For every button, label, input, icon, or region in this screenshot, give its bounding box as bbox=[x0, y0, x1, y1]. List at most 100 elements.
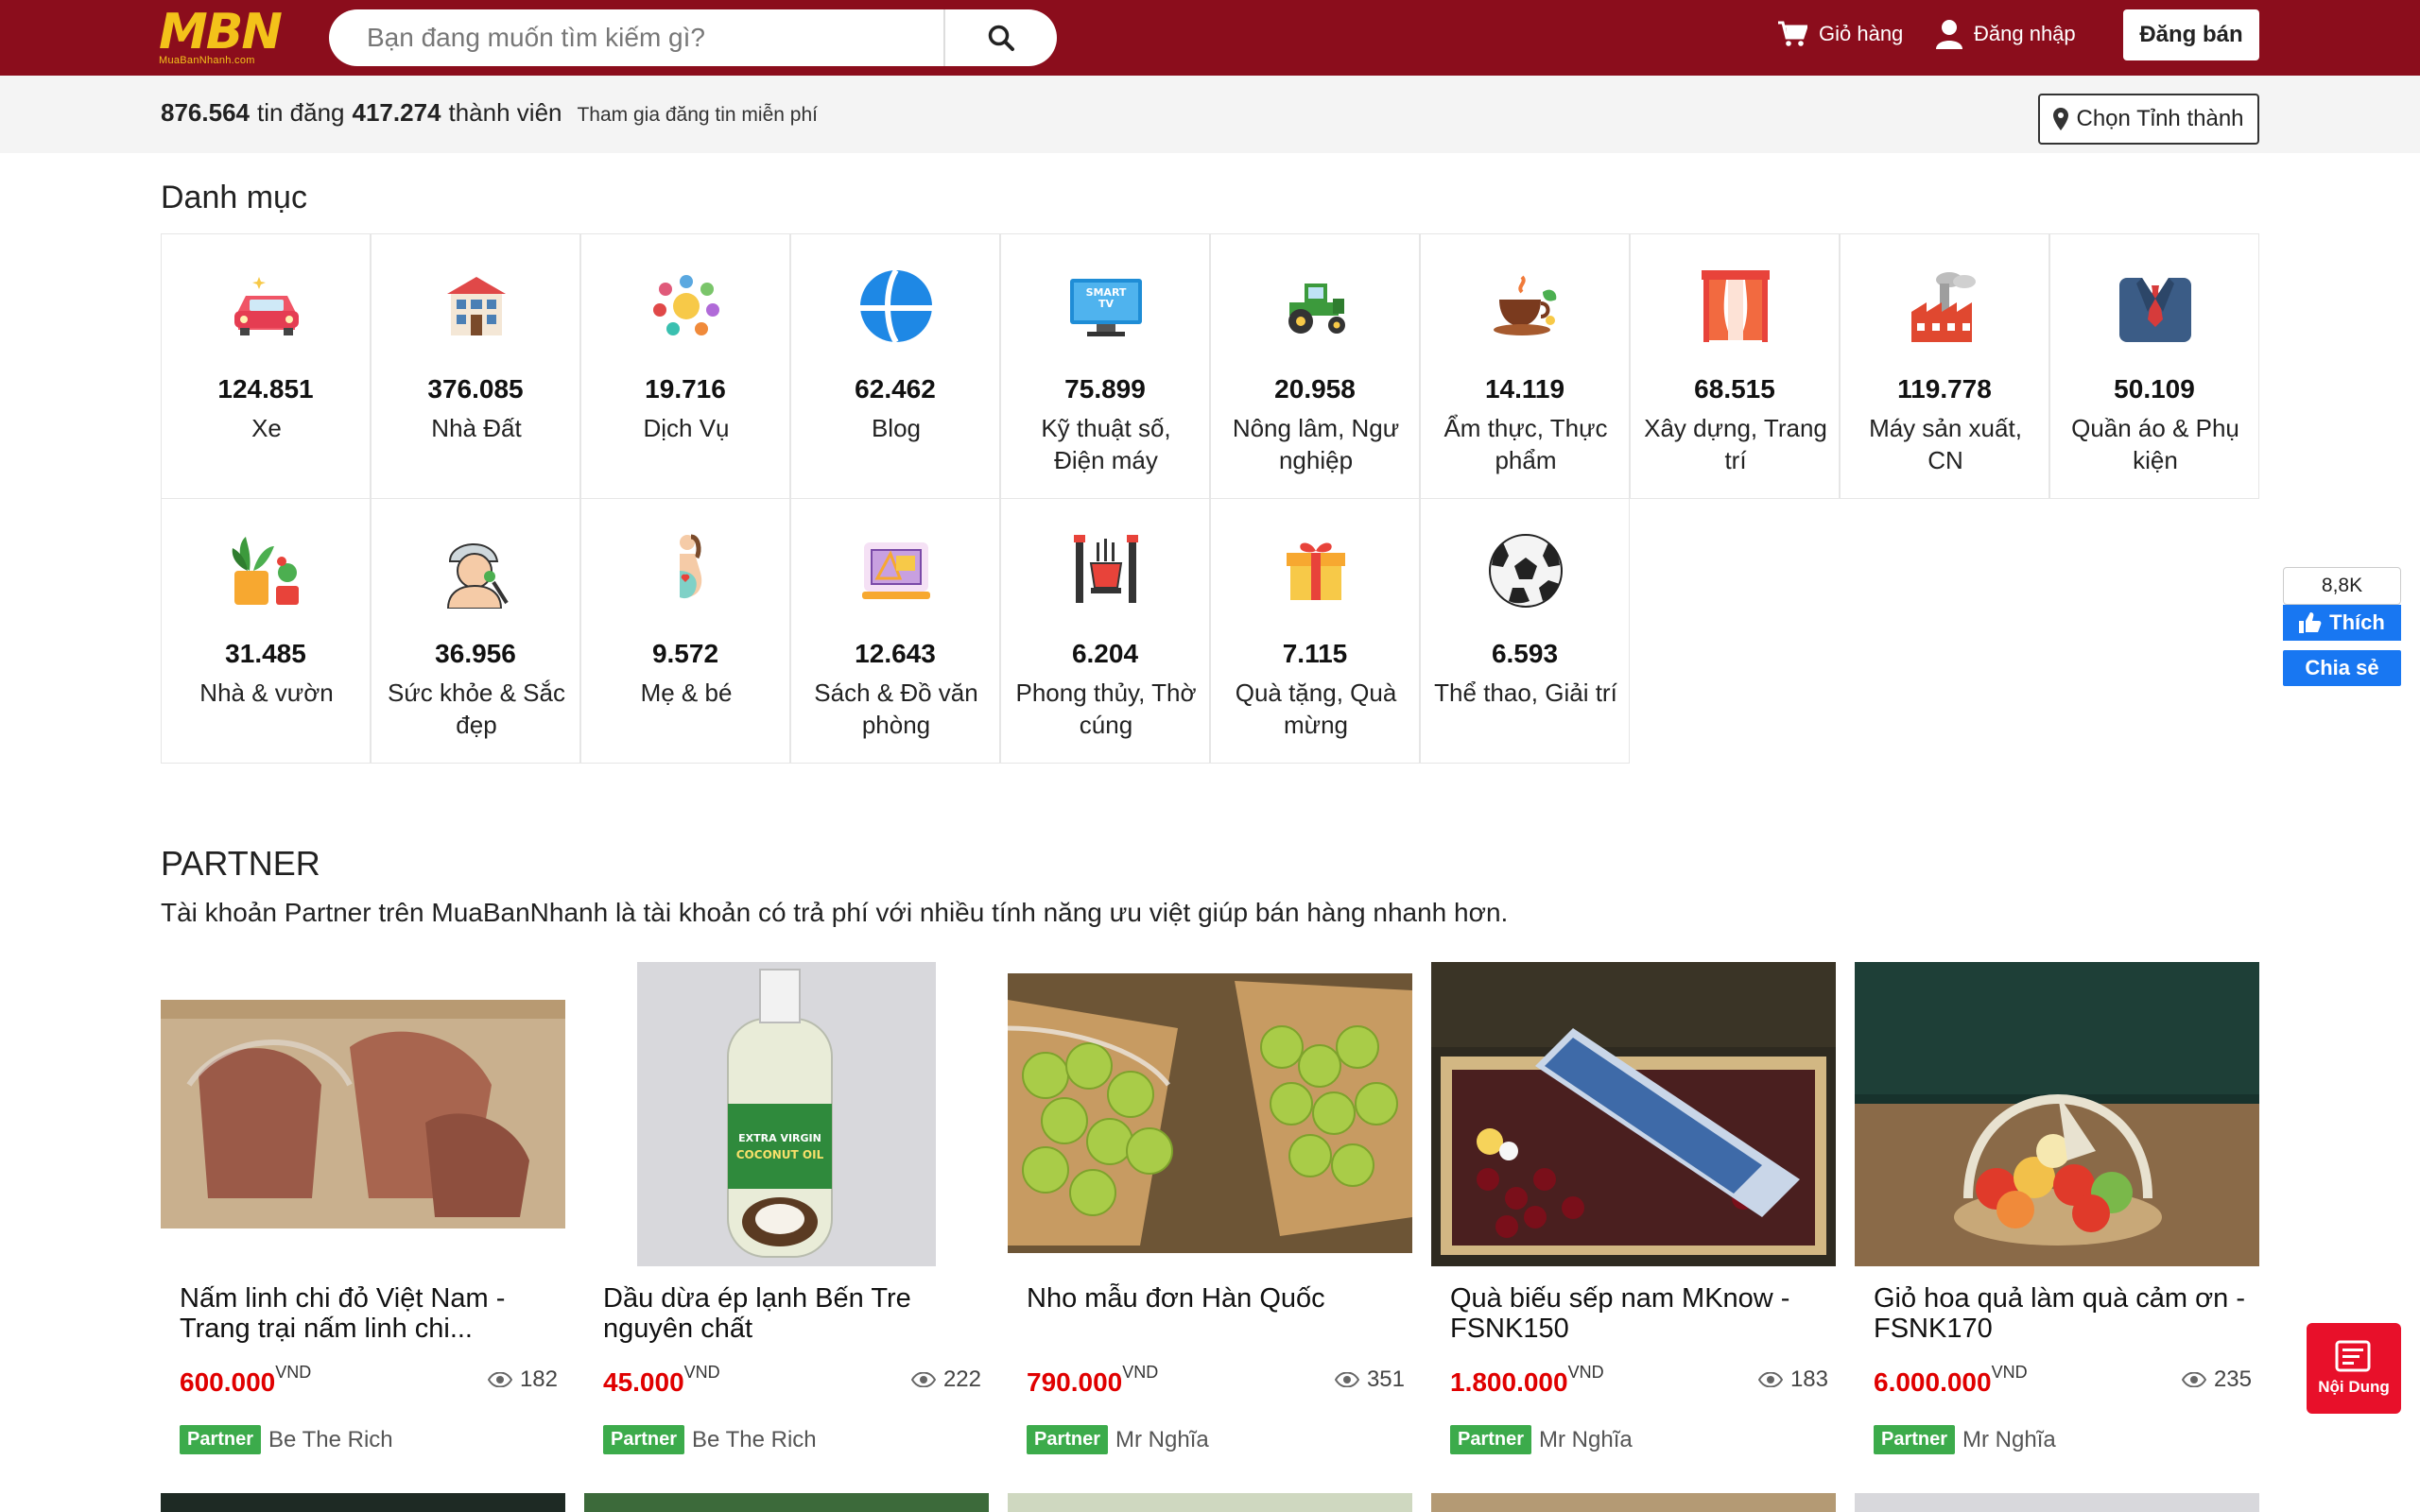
category-sach[interactable]: 12.643 Sách & Đồ văn phòng bbox=[790, 498, 1000, 764]
product-image[interactable] bbox=[1008, 962, 1412, 1266]
product-seller: Partner Be The Rich bbox=[180, 1425, 393, 1454]
product-image[interactable] bbox=[161, 962, 565, 1266]
seller-name[interactable]: Mr Nghĩa bbox=[1962, 1427, 2056, 1453]
category-count: 75.899 bbox=[1064, 374, 1146, 404]
category-blog[interactable]: 62.462 Blog bbox=[790, 233, 1000, 499]
category-xe[interactable]: 124.851 Xe bbox=[161, 233, 371, 499]
eye-icon bbox=[1334, 1372, 1359, 1387]
product-price: 1.800.000VND bbox=[1450, 1363, 1604, 1398]
next-product-image[interactable] bbox=[1855, 1493, 2259, 1512]
sell-button[interactable]: Đăng bán bbox=[2123, 9, 2259, 60]
partner-description: Tài khoản Partner trên MuaBanNhanh là tà… bbox=[161, 898, 1509, 927]
category-name: Phong thủy, Thờ cúng bbox=[1015, 679, 1197, 739]
price-currency: VND bbox=[1567, 1363, 1604, 1382]
province-select-button[interactable]: Chọn Tỉnh thành bbox=[2038, 94, 2259, 145]
login-label: Đăng nhập bbox=[1974, 22, 2076, 45]
listings-label: tin đăng bbox=[256, 98, 345, 127]
category-name: Nông lâm, Ngư nghiệp bbox=[1232, 414, 1400, 474]
suit-icon bbox=[2118, 268, 2193, 344]
category-the-thao[interactable]: 6.593 Thể thao, Giải trí bbox=[1420, 498, 1630, 764]
category-dich-vu[interactable]: 19.716 Dịch Vụ bbox=[580, 233, 790, 499]
category-xay-dung[interactable]: 68.515 Xây dựng, Trang trí bbox=[1630, 233, 1840, 499]
cart-label: Giỏ hàng bbox=[1819, 22, 1904, 45]
category-count: 6.593 bbox=[1491, 639, 1559, 668]
category-qua-tang[interactable]: 7.115 Quà tặng, Quà mừng bbox=[1210, 498, 1420, 764]
product-image[interactable] bbox=[1855, 962, 2259, 1266]
site-stats: 876.564 tin đăng 417.274 thành viên Tham… bbox=[161, 98, 818, 128]
product-views: 351 bbox=[1334, 1366, 1405, 1393]
category-nha-dat[interactable]: 376.085 Nhà Đất bbox=[371, 233, 580, 499]
like-button[interactable]: Thích bbox=[2283, 605, 2401, 641]
curtain-icon bbox=[1698, 268, 1773, 344]
next-product-image[interactable] bbox=[161, 1493, 565, 1512]
gift-icon bbox=[1278, 533, 1354, 609]
svg-text:EXTRA VIRGIN: EXTRA VIRGIN bbox=[738, 1132, 821, 1144]
category-me-be[interactable]: 9.572 Mẹ & bé bbox=[580, 498, 790, 764]
next-product-image[interactable] bbox=[584, 1493, 989, 1512]
next-product-image[interactable] bbox=[1008, 1493, 1412, 1512]
partner-badge: Partner bbox=[1027, 1425, 1109, 1454]
eye-icon bbox=[2181, 1372, 2206, 1387]
category-ky-thuat-so[interactable]: SMART TV 75.899 Kỹ thuật số, Điện máy bbox=[1000, 233, 1210, 499]
content-menu-button[interactable]: Nội Dung bbox=[2307, 1323, 2401, 1414]
category-phong-thuy[interactable]: 6.204 Phong thủy, Thờ cúng bbox=[1000, 498, 1210, 764]
category-name: Nhà Đất bbox=[431, 414, 522, 442]
product-name[interactable]: Dầu dừa ép lạnh Bến Tre nguyên chất bbox=[603, 1283, 981, 1344]
product-image[interactable] bbox=[1431, 962, 1836, 1266]
category-am-thuc[interactable]: 14.119 Ẩm thực, Thực phẩm bbox=[1420, 233, 1630, 499]
product-name[interactable]: Giỏ hoa quả làm quà cảm ơn - FSNK170 bbox=[1874, 1283, 2252, 1344]
tractor-icon bbox=[1278, 268, 1354, 344]
category-name: Mẹ & bé bbox=[640, 679, 733, 707]
seller-name[interactable]: Mr Nghĩa bbox=[1115, 1427, 1209, 1453]
map-marker-icon bbox=[2053, 108, 2069, 130]
logo-mark: MBN bbox=[159, 4, 283, 60]
category-may-san-xuat[interactable]: 119.778 Máy sản xuất, CN bbox=[1840, 233, 2049, 499]
product-views: 182 bbox=[487, 1366, 558, 1393]
thumbs-up-icon bbox=[2299, 612, 2322, 633]
category-nong-lam[interactable]: 20.958 Nông lâm, Ngư nghiệp bbox=[1210, 233, 1420, 499]
category-name: Dịch Vụ bbox=[643, 414, 730, 442]
cart-icon bbox=[1778, 21, 1807, 46]
top-header: MBN MuaBanNhanh.com Giỏ hàng Đăng nhập Đ… bbox=[0, 0, 2420, 76]
category-quan-ao[interactable]: 50.109 Quần áo & Phụ kiện bbox=[2049, 233, 2259, 499]
price-currency: VND bbox=[1991, 1363, 2028, 1382]
cart-link[interactable]: Giỏ hàng bbox=[1777, 15, 1903, 53]
partner-title: PARTNER bbox=[161, 844, 320, 883]
search-icon bbox=[988, 25, 1014, 51]
category-count: 376.085 bbox=[427, 374, 524, 404]
product-seller: Partner Mr Nghĩa bbox=[1450, 1425, 1633, 1454]
site-logo[interactable]: MBN MuaBanNhanh.com bbox=[159, 4, 302, 66]
next-product-image[interactable] bbox=[1431, 1493, 1836, 1512]
eye-icon bbox=[910, 1372, 936, 1387]
login-link[interactable]: Đăng nhập bbox=[1936, 15, 2076, 53]
category-name: Sách & Đồ văn phòng bbox=[814, 679, 978, 739]
product-name[interactable]: Nho mẫu đơn Hàn Quốc bbox=[1027, 1283, 1405, 1314]
category-count: 6.204 bbox=[1071, 639, 1139, 668]
category-name: Xe bbox=[251, 414, 282, 442]
seller-name[interactable]: Be The Rich bbox=[692, 1427, 817, 1453]
search-input[interactable] bbox=[367, 19, 934, 57]
category-suc-khoe[interactable]: 36.956 Sức khỏe & Sắc đẹp bbox=[371, 498, 580, 764]
product-seller: Partner Mr Nghĩa bbox=[1027, 1425, 1209, 1454]
seller-name[interactable]: Be The Rich bbox=[268, 1427, 393, 1453]
product-name[interactable]: Nấm linh chi đỏ Việt Nam - Trang trại nấ… bbox=[180, 1283, 558, 1344]
members-count: 417.274 bbox=[352, 98, 441, 127]
join-free-text[interactable]: Tham gia đăng tin miễn phí bbox=[577, 104, 817, 127]
product-price: 6.000.000VND bbox=[1874, 1363, 2028, 1398]
listings-count: 876.564 bbox=[161, 98, 250, 127]
share-button[interactable]: Chia sẻ bbox=[2283, 650, 2401, 686]
like-count: 8,8K bbox=[2283, 567, 2401, 605]
price-value: 600.000 bbox=[180, 1367, 276, 1397]
partner-badge: Partner bbox=[603, 1425, 685, 1454]
product-views: 222 bbox=[910, 1366, 981, 1393]
product-image[interactable]: EXTRA VIRGIN COCONUT OIL bbox=[584, 962, 989, 1266]
category-count: 124.851 bbox=[217, 374, 314, 404]
product-name[interactable]: Quà biếu sếp nam MKnow - FSNK150 bbox=[1450, 1283, 1828, 1344]
seller-name[interactable]: Mr Nghĩa bbox=[1539, 1427, 1633, 1453]
search-button[interactable] bbox=[945, 9, 1057, 66]
category-name: Máy sản xuất, CN bbox=[1869, 414, 2022, 474]
category-nha-vuon[interactable]: 31.485 Nhà & vườn bbox=[161, 498, 371, 764]
smart-tv-icon: SMART TV bbox=[1068, 268, 1144, 344]
category-count: 36.956 bbox=[435, 639, 516, 668]
content-menu-label: Nội Dung bbox=[2318, 1378, 2390, 1396]
